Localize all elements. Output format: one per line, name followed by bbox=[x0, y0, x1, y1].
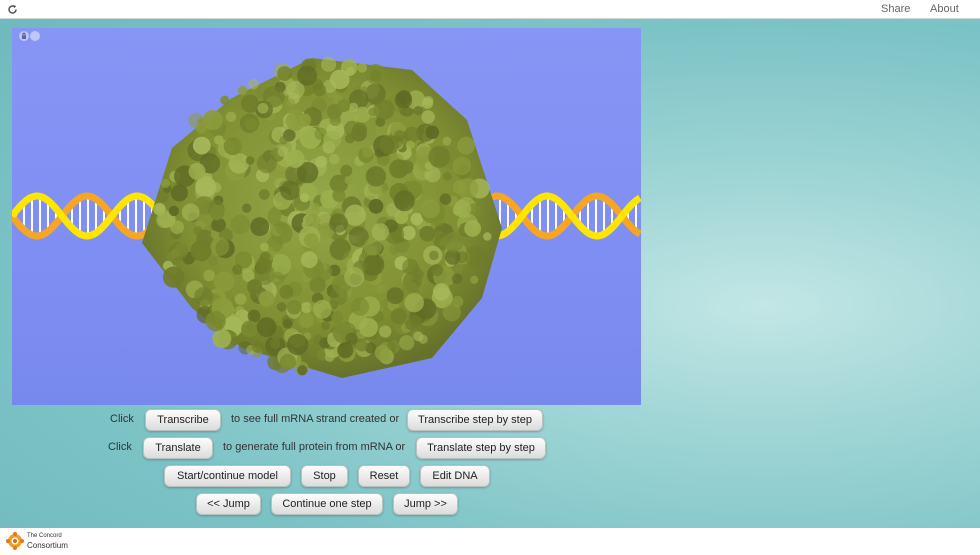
click-label: Click bbox=[108, 441, 132, 453]
jump-forward-button[interactable]: Jump >> bbox=[393, 493, 458, 515]
rna-polymerase bbox=[142, 56, 502, 378]
logo-small-text: The Concord bbox=[27, 533, 62, 539]
jump-back-button[interactable]: << Jump bbox=[196, 493, 261, 515]
lock-icon[interactable] bbox=[22, 31, 40, 41]
dna-polymerase-scene bbox=[12, 56, 641, 378]
top-bar: Share About bbox=[0, 0, 980, 19]
reload-icon[interactable] bbox=[5, 2, 19, 16]
start-continue-button[interactable]: Start/continue model bbox=[164, 465, 291, 487]
logo-large-text: Consortium bbox=[27, 541, 68, 550]
about-link[interactable]: About bbox=[930, 3, 959, 15]
share-link[interactable]: Share bbox=[881, 3, 910, 15]
concord-logo-icon[interactable] bbox=[6, 532, 24, 550]
concord-logo-text[interactable]: The Concord Consortium bbox=[27, 532, 68, 550]
translate-button[interactable]: Translate bbox=[143, 437, 213, 459]
transcribe-hint: to see full mRNA strand created or bbox=[231, 413, 400, 425]
translate-step-button[interactable]: Translate step by step bbox=[416, 437, 546, 459]
transcribe-button[interactable]: Transcribe bbox=[145, 409, 221, 431]
model-icons: i bbox=[19, 31, 40, 41]
continue-one-step-button[interactable]: Continue one step bbox=[271, 493, 383, 515]
edit-dna-button[interactable]: Edit DNA bbox=[420, 465, 490, 487]
footer: The Concord Consortium bbox=[0, 528, 980, 555]
stop-button[interactable]: Stop bbox=[301, 465, 348, 487]
model-view[interactable]: i bbox=[12, 28, 641, 405]
translate-hint: to generate full protein from mRNA or bbox=[223, 441, 406, 453]
click-label: Click bbox=[110, 413, 134, 425]
transcribe-step-button[interactable]: Transcribe step by step bbox=[407, 409, 543, 431]
reset-button[interactable]: Reset bbox=[358, 465, 410, 487]
